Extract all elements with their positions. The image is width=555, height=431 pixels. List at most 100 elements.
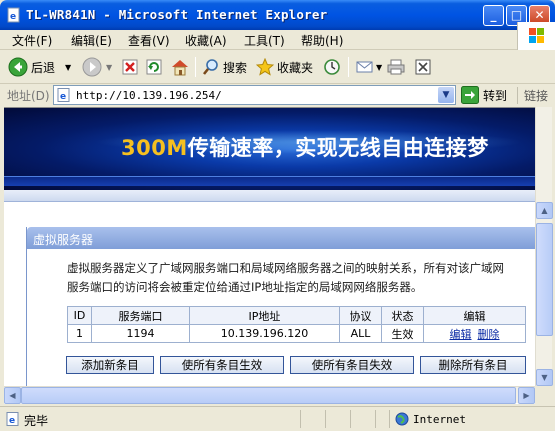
stop-button[interactable] xyxy=(121,56,139,78)
table-row: 1 1194 10.139.196.120 ALL 生效 编辑 删除 xyxy=(67,324,526,343)
banner-highlight: 300M xyxy=(121,136,188,160)
scroll-left-icon[interactable]: ◀ xyxy=(4,387,21,404)
panel-description: 虚拟服务器定义了广域网服务端口和局域网络服务器之间的映射关系，所有对该广域网 服… xyxy=(67,259,535,297)
window-title: TL-WR841N - Microsoft Internet Explorer xyxy=(26,7,328,22)
column-header: ID xyxy=(67,306,92,325)
search-button[interactable]: 搜索 xyxy=(202,56,247,78)
address-url: http://10.139.196.254/ xyxy=(76,89,222,102)
favorites-star-icon xyxy=(256,58,274,76)
scroll-down-icon[interactable]: ▼ xyxy=(536,369,553,386)
scroll-right-icon[interactable]: ▶ xyxy=(518,387,535,404)
toolbar-separator xyxy=(195,57,196,77)
description-line: 虚拟服务器定义了广域网服务端口和局域网络服务器之间的映射关系，所有对该广域网 xyxy=(67,261,504,275)
history-icon xyxy=(324,59,340,75)
delete-link[interactable]: 删除 xyxy=(478,328,500,341)
banner-underline xyxy=(4,190,535,202)
menu-favorites[interactable]: 收藏(A) xyxy=(185,32,227,49)
scroll-up-icon[interactable]: ▲ xyxy=(536,202,553,219)
refresh-button[interactable] xyxy=(145,56,163,78)
page-icon: e xyxy=(57,88,70,102)
page-content: 300M传输速率，实现无线自由连接梦 虚拟服务器 虚拟服务器定义了广域网服务端口… xyxy=(4,107,535,404)
virtual-server-panel: 虚拟服务器 虚拟服务器定义了广域网服务端口和局域网络服务器之间的映射关系，所有对… xyxy=(26,227,535,404)
menu-edit[interactable]: 编辑(E) xyxy=(71,32,112,49)
menu-tools[interactable]: 工具(T) xyxy=(244,32,285,49)
go-arrow-icon xyxy=(461,86,479,104)
panel-title: 虚拟服务器 xyxy=(27,227,535,249)
menu-bar: 文件(F) 编辑(E) 查看(V) 收藏(A) 工具(T) 帮助(H) xyxy=(0,30,555,50)
minimize-button[interactable]: _ xyxy=(483,5,504,26)
globe-icon xyxy=(395,412,409,426)
search-icon xyxy=(202,59,218,75)
home-icon xyxy=(172,60,188,76)
page-done-icon: e xyxy=(6,412,19,426)
banner-strip xyxy=(4,176,535,186)
go-button[interactable]: 转到 xyxy=(461,85,507,105)
horizontal-scroll-thumb[interactable] xyxy=(21,387,516,404)
security-zone: Internet xyxy=(395,412,466,426)
edit-page-button[interactable] xyxy=(414,56,432,78)
favorites-button[interactable]: 收藏夹 xyxy=(256,56,313,78)
status-bar: e 完毕 Internet xyxy=(0,406,555,431)
svg-text:e: e xyxy=(60,92,66,102)
ie-page-icon: e xyxy=(7,7,20,23)
banner-text: 300M传输速率，实现无线自由连接梦 xyxy=(121,132,489,162)
column-header: 协议 xyxy=(339,306,382,325)
home-button[interactable] xyxy=(170,56,190,78)
cell-protocol: ALL xyxy=(339,324,382,343)
size-grip xyxy=(535,386,552,403)
banner-slogan: 传输速率，实现无线自由连接梦 xyxy=(187,136,489,160)
menu-view[interactable]: 查看(V) xyxy=(128,32,170,49)
favorites-label: 收藏夹 xyxy=(277,60,314,75)
svg-text:e: e xyxy=(9,416,15,426)
cell-id: 1 xyxy=(67,324,92,343)
address-input[interactable]: e http://10.139.196.254/ ▼ xyxy=(53,85,456,105)
mail-dropdown-icon[interactable]: ▼ xyxy=(376,63,382,72)
back-arrow-icon xyxy=(8,57,28,77)
back-label: 后退 xyxy=(31,60,56,75)
status-divider xyxy=(375,410,376,428)
table-header-row: ID 服务端口 IP地址 协议 状态 编辑 xyxy=(67,306,526,325)
address-dropdown-icon[interactable]: ▼ xyxy=(438,87,454,103)
forward-dropdown-icon[interactable]: ▼ xyxy=(106,63,112,72)
print-button[interactable] xyxy=(387,56,405,78)
links-toolbar[interactable]: 链接 xyxy=(517,87,548,104)
column-header: 服务端口 xyxy=(91,306,190,325)
svg-text:e: e xyxy=(10,12,16,22)
status-divider xyxy=(325,410,326,428)
back-button[interactable]: 后退 ▼ xyxy=(8,56,71,78)
address-bar: 地址(D) e http://10.139.196.254/ ▼ 转到 链接 xyxy=(0,84,555,106)
banner: 300M传输速率，实现无线自由连接梦 xyxy=(4,108,535,190)
windows-logo-icon xyxy=(517,22,555,50)
mail-button[interactable]: ▼ xyxy=(356,56,382,78)
enable-all-button[interactable]: 使所有条目生效 xyxy=(160,356,284,374)
address-label: 地址(D) xyxy=(7,89,50,103)
zone-label: Internet xyxy=(413,412,466,426)
toolbar: 后退 ▼ ▼ 搜索 收藏夹 ▼ xyxy=(0,51,555,84)
menu-file[interactable]: 文件(F) xyxy=(12,32,52,49)
cell-status: 生效 xyxy=(381,324,424,343)
forward-button[interactable]: ▼ xyxy=(82,56,112,78)
status-divider xyxy=(350,410,351,428)
status-divider xyxy=(389,410,390,428)
print-icon xyxy=(387,59,405,75)
vertical-scrollbar[interactable]: ▲ ▼ xyxy=(535,107,553,386)
forward-arrow-icon xyxy=(82,57,102,77)
status-text: 完毕 xyxy=(24,414,49,428)
column-header: 编辑 xyxy=(423,306,526,325)
description-line: 服务端口的访问将会被重定位给通过IP地址指定的局域网网络服务器。 xyxy=(67,280,423,294)
menu-help[interactable]: 帮助(H) xyxy=(301,32,343,49)
edit-page-icon xyxy=(415,59,431,75)
delete-all-button[interactable]: 删除所有条目 xyxy=(420,356,526,374)
vertical-scroll-thumb[interactable] xyxy=(536,223,553,336)
back-dropdown-icon[interactable]: ▼ xyxy=(65,63,71,72)
column-header: 状态 xyxy=(381,306,424,325)
refresh-icon xyxy=(146,59,162,75)
history-button[interactable] xyxy=(323,56,341,78)
add-entry-button[interactable]: 添加新条目 xyxy=(66,356,154,374)
search-label: 搜索 xyxy=(223,60,248,75)
horizontal-scrollbar[interactable]: ◀ ▶ xyxy=(4,386,535,404)
stop-icon xyxy=(122,59,138,75)
disable-all-button[interactable]: 使所有条目失效 xyxy=(290,356,414,374)
edit-link[interactable]: 编辑 xyxy=(450,328,472,341)
title-bar: e TL-WR841N - Microsoft Internet Explore… xyxy=(0,0,555,30)
